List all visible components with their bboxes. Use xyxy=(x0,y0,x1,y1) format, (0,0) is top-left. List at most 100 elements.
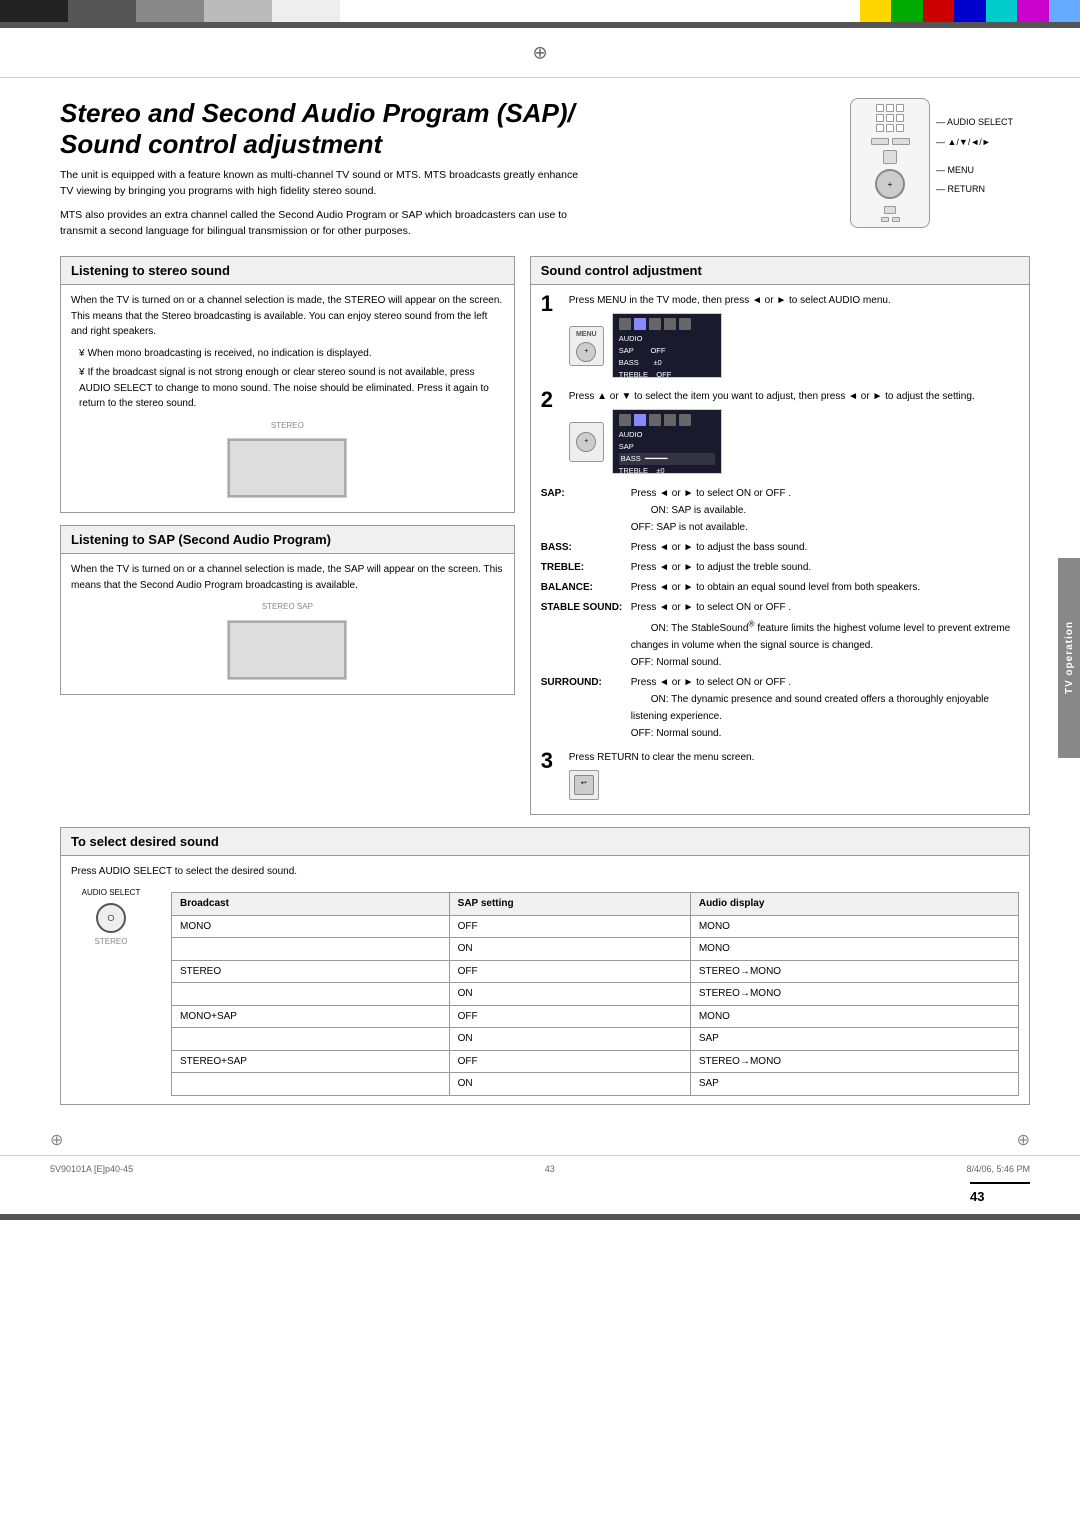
step-1-dpad: + xyxy=(576,342,596,362)
tv-operation-label: TV operation xyxy=(1064,621,1075,694)
cell-display: STEREO→MONO xyxy=(690,960,1018,983)
detail-stable-text: Press ◄ or ► to select ON or OFF . ON: T… xyxy=(631,599,1019,670)
step-3-text: Press RETURN to clear the menu screen. xyxy=(569,750,1019,765)
listening-stereo-section: Listening to stereo sound When the TV is… xyxy=(60,256,515,513)
step-2-mockup: + xyxy=(569,409,1019,474)
color-magenta xyxy=(1017,0,1048,22)
right-crosshair: ⊕ xyxy=(1017,1130,1030,1150)
stereo-tv-display xyxy=(227,438,347,498)
cell-sap: OFF xyxy=(449,1050,690,1073)
sound-control-body: 1 Press MENU in the TV mode, then press … xyxy=(531,285,1029,813)
cell-broadcast: MONO xyxy=(172,915,450,938)
color-blue xyxy=(954,0,985,22)
top-crosshair: ⊕ xyxy=(532,42,547,63)
color-dgray xyxy=(68,0,136,22)
color-black xyxy=(0,0,68,22)
stereo-bullet2: If the broadcast signal is not strong en… xyxy=(79,365,504,412)
detail-sap: SAP: Press ◄ or ► to select ON or OFF . … xyxy=(541,485,1019,536)
cell-display: SAP xyxy=(690,1073,1018,1096)
top-color-bar-container xyxy=(0,0,1080,22)
sound-control-details: SAP: Press ◄ or ► to select ON or OFF . … xyxy=(541,485,1019,741)
step-2-text: Press ▲ or ▼ to select the item you want… xyxy=(569,389,1019,404)
audio-table: Broadcast SAP setting Audio display MONO… xyxy=(171,892,1019,1096)
listening-stereo-body: When the TV is turned on or a channel se… xyxy=(61,285,514,512)
intro-para2: MTS also provides an extra channel calle… xyxy=(60,208,580,240)
cell-sap: ON xyxy=(449,983,690,1006)
stereo-bullet1: When mono broadcasting is received, no i… xyxy=(79,346,504,362)
step-3: 3 Press RETURN to clear the menu screen.… xyxy=(541,750,1019,800)
cell-broadcast xyxy=(172,1028,450,1051)
color-red xyxy=(923,0,954,22)
sap-tv-label: STEREO SAP xyxy=(71,601,504,613)
detail-balance: BALANCE: Press ◄ or ► to obtain an equal… xyxy=(541,579,1019,596)
detail-surround-label: SURROUND: xyxy=(541,674,626,742)
step-2: 2 Press ▲ or ▼ to select the item you wa… xyxy=(541,389,1019,479)
detail-treble: TREBLE: Press ◄ or ► to adjust the trebl… xyxy=(541,559,1019,576)
step-2-content: Press ▲ or ▼ to select the item you want… xyxy=(569,389,1019,479)
remote-labels: — AUDIO SELECT — ▲/▼/◄/► — MENU — RETURN xyxy=(936,113,1013,228)
color-ltblue xyxy=(1049,0,1080,22)
detail-balance-label: BALANCE: xyxy=(541,579,626,596)
cell-sap: OFF xyxy=(449,1005,690,1028)
cell-display: SAP xyxy=(690,1028,1018,1051)
detail-bass-text: Press ◄ or ► to adjust the bass sound. xyxy=(631,539,1019,556)
color-gray xyxy=(136,0,204,22)
detail-bass-label: BASS: xyxy=(541,539,626,556)
detail-sap-label: SAP: xyxy=(541,485,626,536)
cell-display: MONO xyxy=(690,915,1018,938)
page-number-center: 43 xyxy=(545,1164,555,1174)
bottom-markers: ⊕ ⊕ xyxy=(0,1125,1080,1155)
table-row: ON SAP xyxy=(172,1073,1019,1096)
cell-broadcast: MONO+SAP xyxy=(172,1005,450,1028)
cell-broadcast xyxy=(172,983,450,1006)
color-lgray xyxy=(204,0,272,22)
cell-sap: ON xyxy=(449,938,690,961)
color-white xyxy=(272,0,340,22)
detail-bass: BASS: Press ◄ or ► to adjust the bass so… xyxy=(541,539,1019,556)
step-3-content: Press RETURN to clear the menu screen. ↩ xyxy=(569,750,1019,800)
audio-table-container: Broadcast SAP setting Audio display MONO… xyxy=(171,887,1019,1096)
to-select-body: Press AUDIO SELECT to select the desired… xyxy=(61,856,1029,1104)
detail-surround-text: Press ◄ or ► to select ON or OFF . ON: T… xyxy=(631,674,1019,742)
sound-control-header: Sound control adjustment xyxy=(531,257,1029,285)
detail-treble-label: TREBLE: xyxy=(541,559,626,576)
listening-sap-header: Listening to SAP (Second Audio Program) xyxy=(61,526,514,554)
to-select-instruction: Press AUDIO SELECT to select the desired… xyxy=(71,864,1019,880)
intro-para1: The unit is equipped with a feature know… xyxy=(60,168,580,200)
two-column-layout: Listening to stereo sound When the TV is… xyxy=(60,256,1030,814)
cell-display: STEREO→MONO xyxy=(690,1050,1018,1073)
table-row: ON MONO xyxy=(172,938,1019,961)
remote-illustration: + — AUDIO SELECT — ▲/▼/◄/► — MENU — RETU… xyxy=(850,98,1030,228)
to-select-header: To select desired sound xyxy=(61,828,1029,856)
left-color-blocks xyxy=(0,0,340,22)
table-row: STEREO+SAP OFF STEREO→MONO xyxy=(172,1050,1019,1073)
step-2-screen: AUDIO SAP BASS ━━━━━ TREBLE ±0 BALANCE S… xyxy=(612,409,722,474)
page-title: Stereo and Second Audio Program (SAP)/ S… xyxy=(60,98,830,160)
cell-broadcast xyxy=(172,1073,450,1096)
listening-stereo-header: Listening to stereo sound xyxy=(61,257,514,285)
cell-sap: ON xyxy=(449,1028,690,1051)
stereo-tv-label: STEREO xyxy=(71,420,504,432)
right-color-blocks xyxy=(860,0,1080,22)
detail-treble-text: Press ◄ or ► to adjust the treble sound. xyxy=(631,559,1019,576)
audio-select-label: AUDIO SELECT xyxy=(71,887,151,899)
step-1-text: Press MENU in the TV mode, then press ◄ … xyxy=(569,293,1019,308)
color-cyan xyxy=(986,0,1017,22)
color-yellow xyxy=(860,0,891,22)
cell-broadcast: STEREO xyxy=(172,960,450,983)
step-2-remote: + xyxy=(569,422,604,462)
remote-dpad: + xyxy=(875,169,905,199)
sap-description: When the TV is turned on or a channel se… xyxy=(71,562,504,593)
bottom-stripe xyxy=(0,1214,1080,1220)
audio-select-button: ○ xyxy=(96,903,126,933)
sap-tv-display xyxy=(227,620,347,680)
step-1-content: Press MENU in the TV mode, then press ◄ … xyxy=(569,293,1019,383)
bottom-bar: 5V90101A [E]p40-45 43 8/4/06, 5:46 PM xyxy=(0,1155,1080,1182)
col-sap: SAP setting xyxy=(449,893,690,916)
doc-date: 8/4/06, 5:46 PM xyxy=(966,1164,1030,1174)
step-1-number: 1 xyxy=(541,293,559,315)
top-bar: ⊕ xyxy=(0,28,1080,78)
to-select-tv-label: STEREO xyxy=(71,936,151,948)
to-select-section: To select desired sound Press AUDIO SELE… xyxy=(60,827,1030,1105)
left-crosshair: ⊕ xyxy=(50,1130,63,1150)
